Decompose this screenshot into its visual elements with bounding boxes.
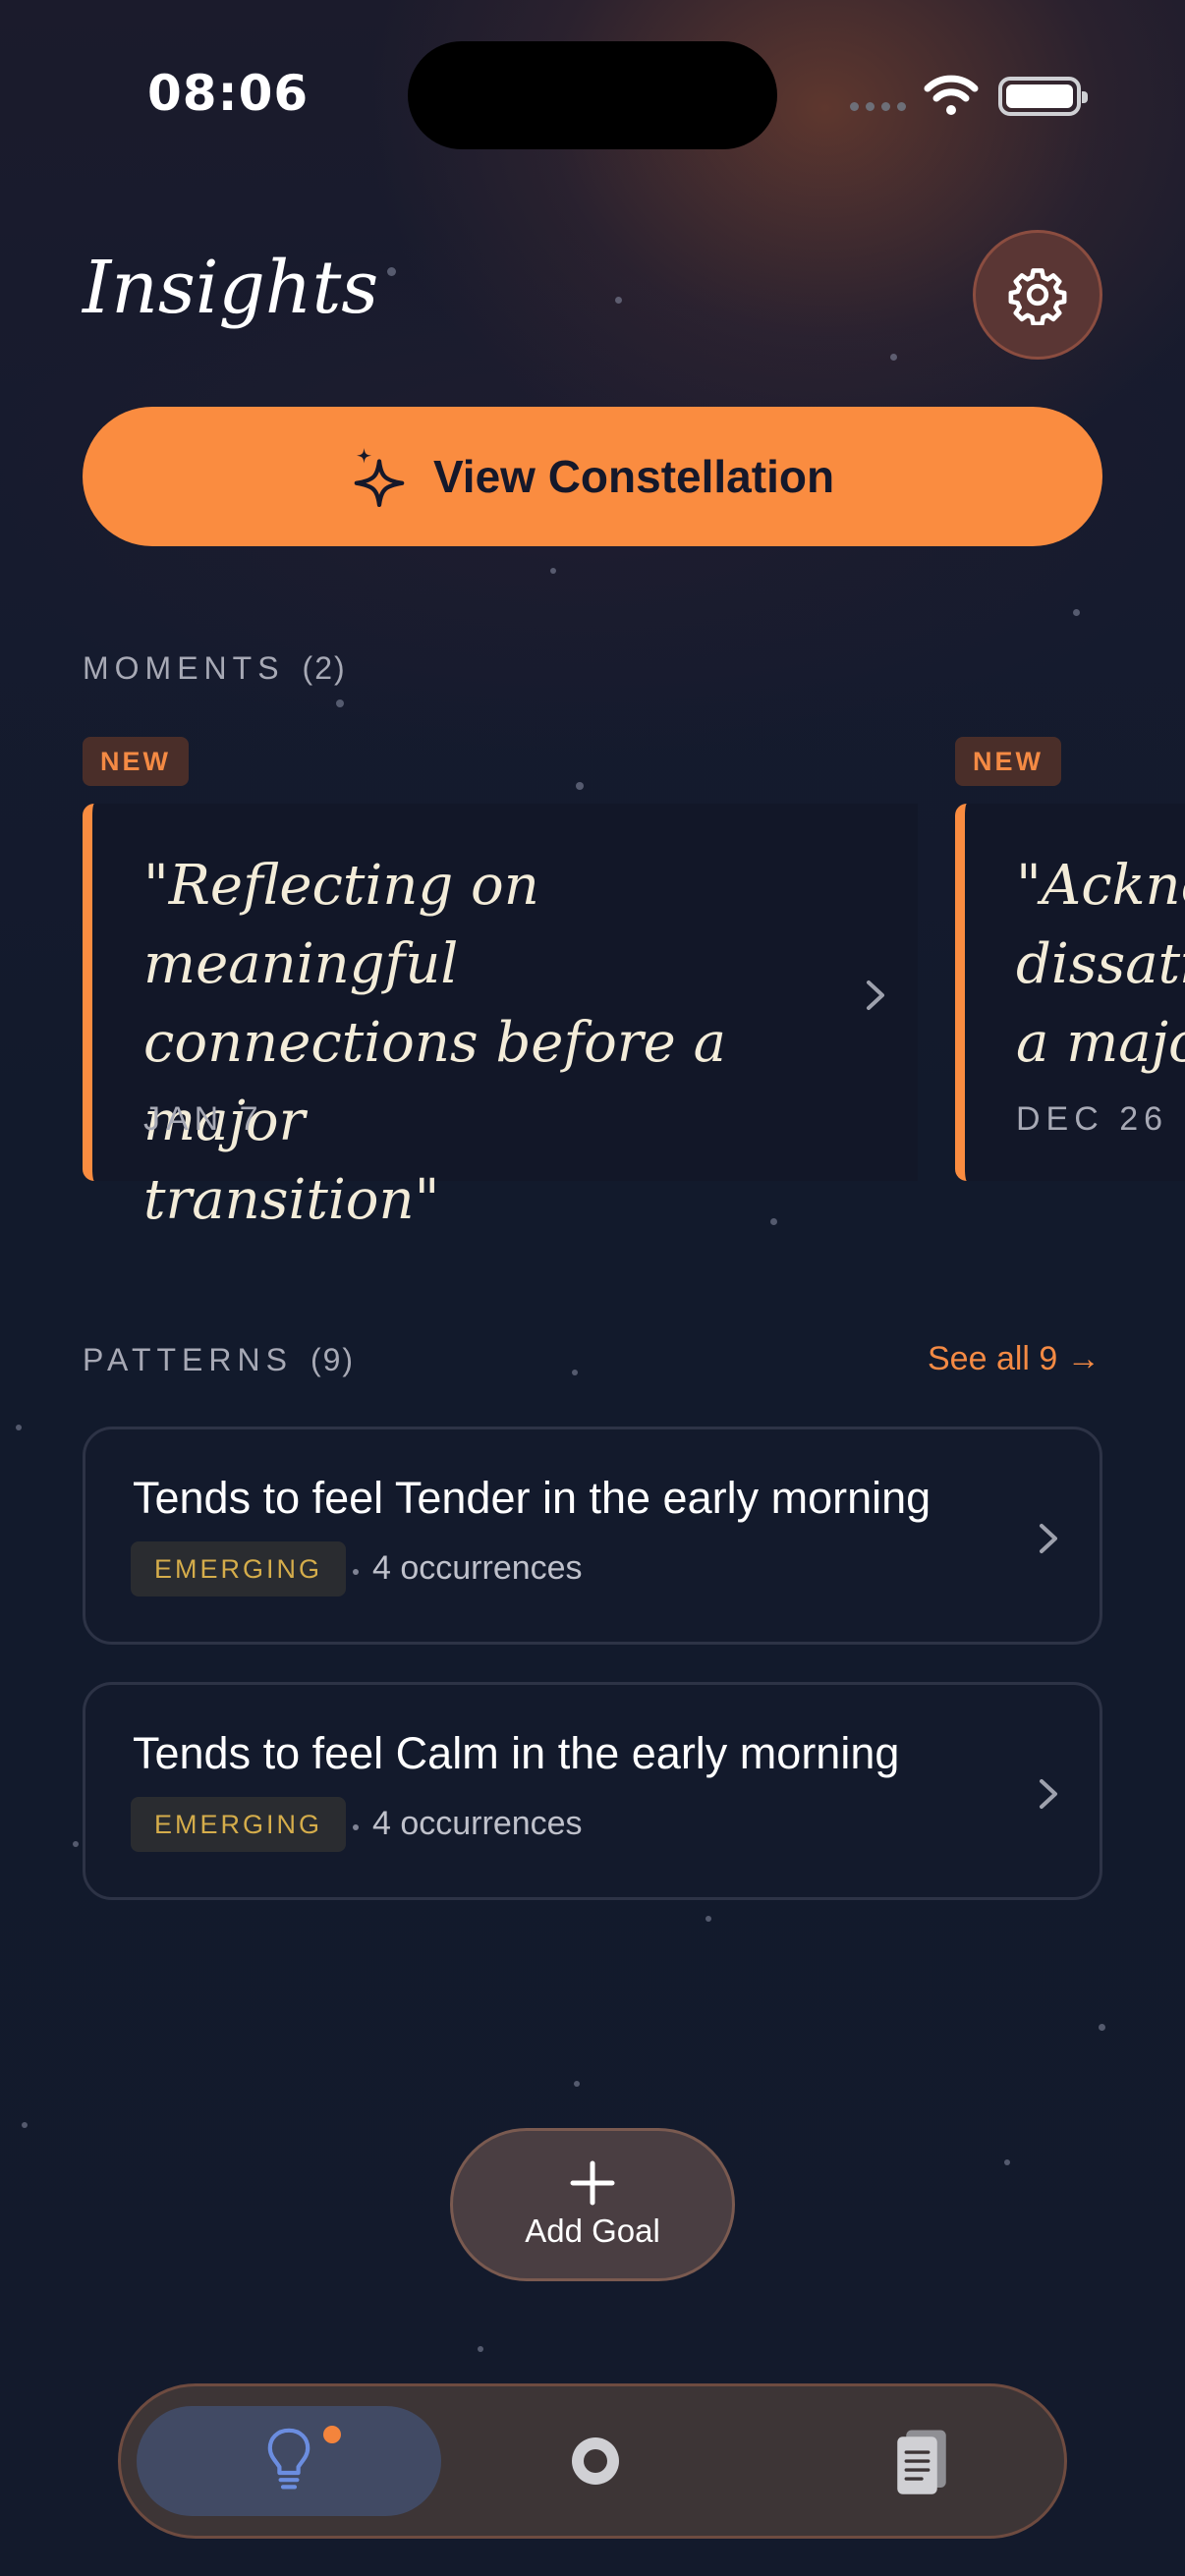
settings-button[interactable]	[973, 230, 1102, 360]
star	[574, 2081, 580, 2087]
add-goal-button[interactable]: Add Goal	[450, 2128, 735, 2281]
pattern-card[interactable]: Tends to feel Calm in the early morning …	[83, 1682, 1102, 1900]
page-title: Insights	[83, 246, 379, 330]
moments-section-label: MOMENTS (2)	[83, 650, 347, 686]
new-badge: NEW	[83, 737, 189, 786]
pattern-card[interactable]: Tends to feel Tender in the early mornin…	[83, 1427, 1102, 1645]
add-goal-label: Add Goal	[525, 2212, 660, 2249]
star	[73, 1841, 79, 1847]
journal-icon	[897, 2430, 946, 2494]
patterns-section-label: PATTERNS (9)	[83, 1342, 356, 1377]
chevron-right-icon	[867, 980, 884, 1010]
star	[1099, 2024, 1105, 2031]
pattern-status-badge: EMERGING	[131, 1541, 347, 1596]
separator-dot	[353, 1824, 359, 1830]
star	[550, 568, 556, 574]
chevron-right-icon	[1040, 1779, 1057, 1809]
pattern-title: Tends to feel Calm in the early morning	[133, 1728, 900, 1778]
sparkle-icon	[354, 448, 405, 507]
lightbulb-icon	[267, 2428, 310, 2490]
patterns-count: (9)	[310, 1342, 356, 1377]
tab-journal[interactable]	[830, 2406, 1013, 2516]
ring-icon	[572, 2437, 619, 2485]
star	[576, 782, 584, 790]
moment-card[interactable]: "Acknow dissatisf a major DEC 26	[955, 804, 1185, 1181]
pattern-occurrences: 4 occurrences	[372, 1805, 583, 1842]
tab-center[interactable]	[504, 2406, 687, 2516]
star	[572, 1370, 578, 1375]
wifi-icon	[924, 75, 979, 115]
chevron-right-icon	[1040, 1524, 1057, 1553]
star	[615, 297, 622, 304]
moment-date: DEC 26	[1016, 1100, 1169, 1138]
gear-icon	[1008, 268, 1067, 325]
pattern-title: Tends to feel Tender in the early mornin…	[133, 1473, 931, 1523]
plus-icon	[570, 2160, 615, 2206]
moment-card[interactable]: "Reflecting on meaningful connections be…	[83, 804, 918, 1232]
tab-bar	[118, 2383, 1067, 2539]
pattern-occurrences: 4 occurrences	[372, 1549, 583, 1587]
star	[705, 1916, 711, 1922]
moment-quote: "Acknow dissatisf a major	[1016, 854, 1185, 1075]
star	[890, 354, 897, 361]
battery-icon	[998, 77, 1088, 116]
new-badge: NEW	[955, 737, 1061, 786]
star	[1004, 2159, 1010, 2165]
view-constellation-label: View Constellation	[432, 451, 835, 502]
star	[478, 2346, 483, 2352]
moment-quote: "Reflecting on meaningful connections be…	[143, 854, 726, 1232]
status-time: 08:06	[147, 65, 310, 122]
dynamic-island	[408, 41, 777, 149]
separator-dot	[353, 1569, 359, 1575]
pattern-status-badge: EMERGING	[131, 1797, 347, 1852]
cellular-signal-icon	[850, 102, 906, 111]
see-all-patterns-link[interactable]: See all 9 →	[928, 1340, 1100, 1378]
moments-count: (2)	[302, 650, 347, 686]
tab-insights[interactable]	[137, 2406, 441, 2516]
view-constellation-button[interactable]: View Constellation	[83, 407, 1102, 546]
notification-dot	[323, 2426, 341, 2443]
moment-date: JAN 7	[143, 1100, 264, 1138]
star	[336, 700, 344, 707]
star	[387, 267, 396, 276]
star	[1073, 609, 1080, 616]
star	[16, 1425, 22, 1430]
star	[22, 2122, 28, 2128]
